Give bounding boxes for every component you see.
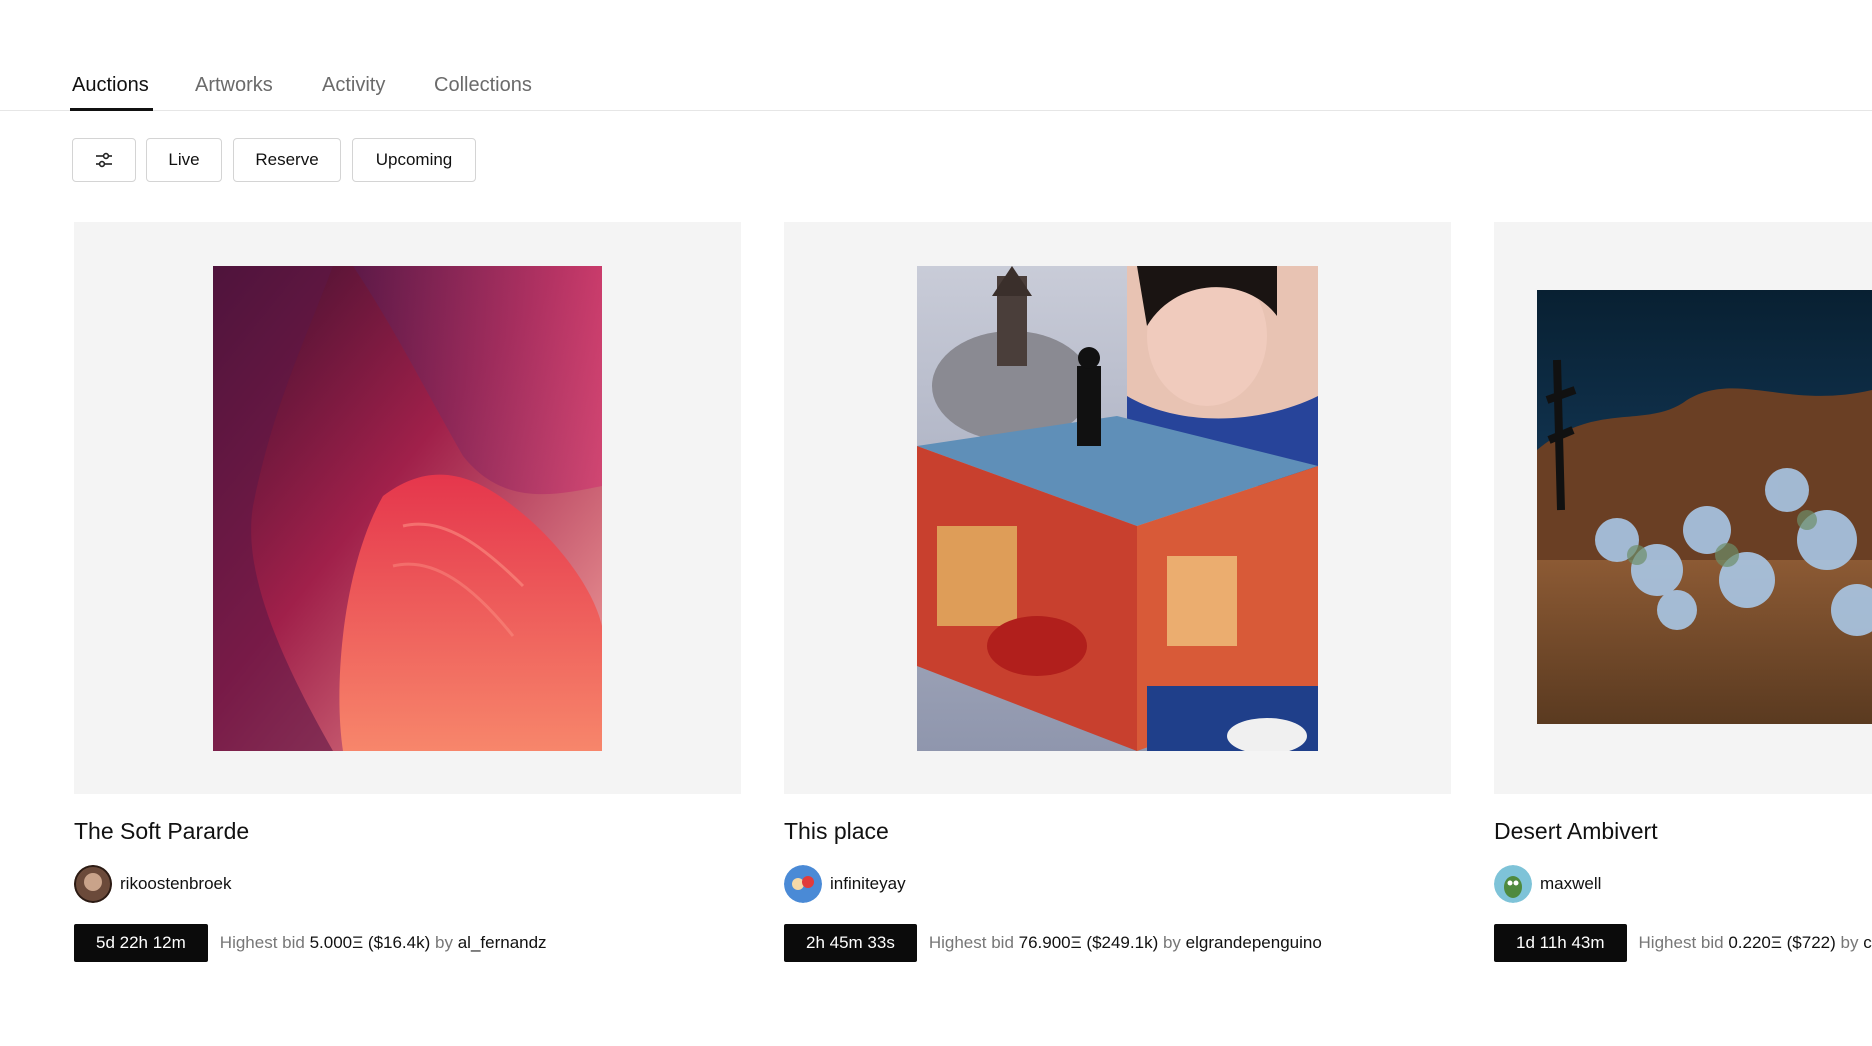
artwork-frame[interactable] xyxy=(74,222,741,794)
highest-bid: Highest bid 76.900Ξ ($249.1k) by elgrand… xyxy=(929,933,1322,953)
auction-timer: 5d 22h 12m xyxy=(74,924,208,962)
bid-label: Highest bid xyxy=(219,933,305,952)
creator[interactable]: infiniteyay xyxy=(784,864,906,904)
avatar[interactable] xyxy=(784,865,822,903)
auction-card[interactable]: Desert Ambivert maxwell 1d 11h 43m Highe… xyxy=(1494,222,1872,982)
highest-bid: Highest bid 0.220Ξ ($722) by c xyxy=(1639,933,1872,953)
bid-amount: 0.220Ξ ($722) xyxy=(1728,933,1836,952)
tab-bar: Auctions Artworks Activity Collections xyxy=(0,0,1872,111)
bidder-name[interactable]: c xyxy=(1863,933,1872,952)
bidder-name[interactable]: al_fernandz xyxy=(458,933,547,952)
creator-name[interactable]: infiniteyay xyxy=(830,874,906,894)
highest-bid: Highest bid 5.000Ξ ($16.4k) by al_fernan… xyxy=(220,933,547,953)
tab-collections[interactable]: Collections xyxy=(434,74,532,97)
bid-row: 5d 22h 12m Highest bid 5.000Ξ ($16.4k) b… xyxy=(74,924,547,962)
avatar[interactable] xyxy=(74,865,112,903)
filter-settings-button[interactable] xyxy=(72,138,136,182)
auction-timer: 1d 11h 43m xyxy=(1494,924,1627,962)
creator-name[interactable]: maxwell xyxy=(1540,874,1601,894)
artwork-image[interactable] xyxy=(213,266,602,751)
artwork-title[interactable]: Desert Ambivert xyxy=(1494,818,1658,845)
filter-reserve-button[interactable]: Reserve xyxy=(233,138,341,182)
artwork-frame[interactable] xyxy=(784,222,1451,794)
bid-row: 1d 11h 43m Highest bid 0.220Ξ ($722) by … xyxy=(1494,924,1872,962)
artwork-title[interactable]: The Soft Pararde xyxy=(74,818,249,845)
auction-timer: 2h 45m 33s xyxy=(784,924,917,962)
tab-activity[interactable]: Activity xyxy=(322,74,385,97)
bid-by: by xyxy=(1840,933,1859,952)
bid-label: Highest bid xyxy=(928,933,1014,952)
artwork-image[interactable] xyxy=(917,266,1318,751)
active-tab-indicator xyxy=(70,108,153,111)
bid-by: by xyxy=(1162,933,1181,952)
bid-label: Highest bid xyxy=(1638,933,1724,952)
creator[interactable]: maxwell xyxy=(1494,864,1601,904)
artwork-title[interactable]: This place xyxy=(784,818,889,845)
artwork-image[interactable] xyxy=(1537,290,1872,724)
filter-upcoming-button[interactable]: Upcoming xyxy=(352,138,476,182)
bid-amount: 5.000Ξ ($16.4k) xyxy=(309,933,431,952)
tab-auctions[interactable]: Auctions xyxy=(72,74,149,97)
bid-row: 2h 45m 33s Highest bid 76.900Ξ ($249.1k)… xyxy=(784,924,1322,962)
tab-artworks[interactable]: Artworks xyxy=(195,74,273,97)
creator[interactable]: rikoostenbroek xyxy=(74,864,232,904)
bid-amount: 76.900Ξ ($249.1k) xyxy=(1018,933,1159,952)
artwork-frame[interactable] xyxy=(1494,222,1872,794)
filter-live-button[interactable]: Live xyxy=(146,138,222,182)
creator-name[interactable]: rikoostenbroek xyxy=(120,874,232,894)
bid-by: by xyxy=(435,933,453,952)
avatar[interactable] xyxy=(1494,865,1532,903)
bidder-name[interactable]: elgrandepenguino xyxy=(1186,933,1322,952)
sliders-icon xyxy=(96,152,112,168)
